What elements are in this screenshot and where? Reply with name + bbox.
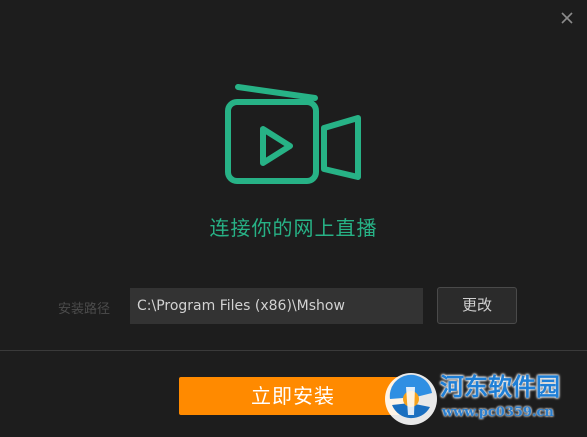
divider	[0, 350, 587, 351]
close-icon	[561, 12, 573, 24]
watermark-url: www.pc0359.cn	[442, 405, 554, 420]
watermark-title: 河东软件园	[440, 372, 560, 401]
watermark: 河东软件园 www.pc0359.cn	[380, 360, 587, 437]
video-camera-play-icon	[225, 84, 361, 184]
change-path-button[interactable]: 更改	[437, 287, 517, 324]
install-path-label: 安装路径	[58, 302, 111, 317]
install-now-button[interactable]: 立即安装	[179, 377, 407, 415]
watermark-logo-icon	[385, 373, 437, 425]
install-path-input[interactable]	[130, 288, 423, 324]
installer-window: 连接你的网上直播 安装路径 更改 立即安装 河东软件园 www.pc0359.c…	[0, 0, 587, 437]
tagline: 连接你的网上直播	[209, 216, 378, 240]
close-button[interactable]	[557, 8, 577, 28]
